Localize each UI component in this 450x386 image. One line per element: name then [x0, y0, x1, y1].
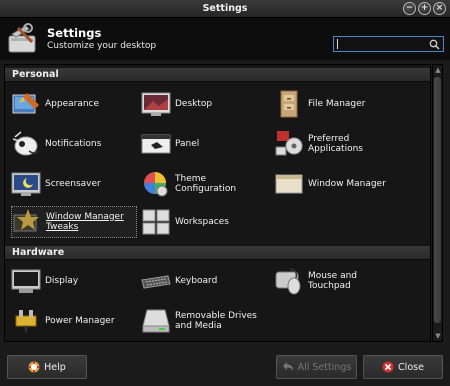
- window-manager-tweaks-icon: [13, 209, 39, 232]
- keyboard-icon: [141, 275, 171, 289]
- help-icon: [28, 361, 40, 373]
- workspaces-icon: [142, 209, 170, 235]
- header-title: Settings: [47, 26, 102, 40]
- text-cursor: [337, 39, 338, 49]
- item-desktop[interactable]: Desktop: [141, 88, 271, 120]
- removable-drives-icon: [142, 309, 170, 333]
- header-subtitle: Customize your desktop: [47, 41, 157, 51]
- file-manager-icon: [280, 90, 298, 118]
- category-personal: Personal: [5, 68, 430, 82]
- item-power-manager[interactable]: Power Manager: [11, 305, 141, 337]
- item-file-manager[interactable]: File Manager: [274, 88, 404, 120]
- back-arrow-icon: [282, 362, 293, 371]
- category-hardware: Hardware: [5, 246, 430, 260]
- desktop-icon: [141, 92, 171, 116]
- search-input[interactable]: [333, 36, 444, 52]
- scroll-down-icon[interactable]: ▼: [434, 332, 442, 340]
- settings-tools-icon: [8, 23, 36, 53]
- window-title: Settings: [202, 3, 248, 14]
- power-manager-icon: [15, 310, 37, 334]
- item-keyboard[interactable]: Keyboard: [141, 265, 271, 297]
- window-manager-icon: [275, 174, 303, 194]
- item-notifications[interactable]: Notifications: [11, 128, 141, 160]
- item-mouse-touchpad[interactable]: Mouse and Touchpad: [274, 265, 404, 297]
- item-appearance[interactable]: Appearance: [11, 88, 141, 120]
- item-display[interactable]: Display: [11, 265, 141, 297]
- item-preferred-applications[interactable]: Preferred Applications: [274, 128, 404, 160]
- display-icon: [11, 269, 41, 293]
- appearance-icon: [12, 93, 39, 114]
- item-window-manager-tweaks[interactable]: Window Manager Tweaks: [11, 206, 137, 238]
- screensaver-icon: [11, 172, 41, 196]
- item-theme-configuration[interactable]: Theme Configuration: [141, 168, 271, 200]
- minimize-button[interactable]: −: [403, 2, 416, 15]
- item-window-manager[interactable]: Window Manager: [274, 168, 404, 200]
- item-workspaces[interactable]: Workspaces: [141, 206, 271, 238]
- settings-list: Personal Appearance Desktop File Manager: [4, 64, 431, 342]
- panel-icon: [141, 134, 171, 154]
- all-settings-button[interactable]: All Settings: [276, 355, 357, 379]
- preferred-applications-icon: [275, 131, 303, 156]
- close-icon: [382, 361, 394, 373]
- close-window-button[interactable]: ×: [433, 2, 446, 15]
- scrollbar-thumb[interactable]: [434, 77, 441, 323]
- close-button[interactable]: Close: [363, 355, 443, 379]
- theme-configuration-icon: [144, 172, 168, 197]
- item-panel[interactable]: Panel: [141, 128, 271, 160]
- vertical-scrollbar[interactable]: ▲ ▼: [432, 64, 443, 342]
- search-clear-icon[interactable]: [429, 39, 440, 50]
- item-screensaver[interactable]: Screensaver: [11, 168, 141, 200]
- scroll-up-icon[interactable]: ▲: [434, 66, 442, 74]
- notifications-icon: [12, 131, 39, 156]
- item-removable-drives[interactable]: Removable Drives and Media: [141, 305, 271, 337]
- header: Settings Customize your desktop: [0, 18, 450, 60]
- help-button[interactable]: Help: [7, 355, 87, 379]
- maximize-button[interactable]: +: [418, 2, 431, 15]
- mouse-icon: [275, 268, 301, 295]
- window-titlebar[interactable]: Settings − + ×: [0, 0, 450, 18]
